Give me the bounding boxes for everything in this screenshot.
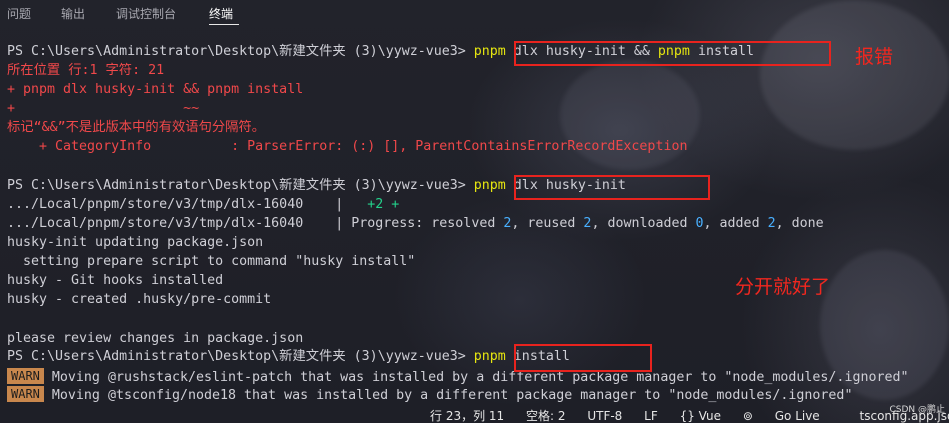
watermark: CSDN @鹏止 — [889, 405, 945, 415]
progress-label: , added — [703, 216, 768, 231]
tab-problems[interactable]: 问题 — [7, 5, 31, 22]
go-live-button[interactable]: ⊚ Go Live — [743, 409, 838, 423]
warn-badge: WARN — [7, 386, 44, 402]
tab-output[interactable]: 输出 — [61, 5, 85, 22]
terminal-line: setting prepare script to command "husky… — [7, 254, 416, 269]
prompt: PS C:\Users\Administrator\Desktop\新建文件夹 … — [7, 178, 474, 193]
go-live-label: Go Live — [774, 409, 820, 423]
cursor-position[interactable]: 行 23，列 11 — [430, 409, 504, 423]
warning-text: Moving @tsconfig/node18 that was install… — [51, 388, 853, 403]
annotation-box-dlx-command — [514, 175, 710, 200]
prompt: PS C:\Users\Administrator\Desktop\新建文件夹 … — [7, 349, 474, 364]
error-line: 所在位置 行:1 字符: 21 — [7, 63, 165, 78]
warning-text: Moving @rushstack/eslint-patch that was … — [51, 370, 909, 385]
terminal-line: please review changes in package.json — [7, 331, 304, 346]
annotation-error-note: 报错 — [855, 46, 894, 68]
terminal-panel: 问题 输出 调试控制台 终端 PS C:\Users\Administrator… — [0, 0, 949, 423]
error-line: + ~~ — [7, 101, 200, 116]
progress-label: , done — [775, 216, 824, 231]
dlx-path: .../Local/pnpm/store/v3/tmp/dlx-16040 | … — [7, 216, 504, 231]
tab-debug-console[interactable]: 调试控制台 — [116, 5, 176, 22]
command-name: pnpm — [473, 44, 506, 59]
error-line: + pnpm dlx husky-init && pnpm install — [7, 82, 304, 97]
progress-label: , reused — [511, 216, 584, 231]
status-bar: 行 23，列 11 空格: 2 UTF-8 LF {} Vue ⊚ Go Liv… — [430, 409, 949, 423]
terminal-line: husky - Git hooks installed — [7, 273, 224, 288]
prompt: PS C:\Users\Administrator\Desktop\新建文件夹 … — [7, 44, 474, 59]
error-line: 标记“&&”不是此版本中的有效语句分隔符。 — [7, 120, 266, 135]
warn-badge: WARN — [7, 368, 44, 384]
progress-label: , downloaded — [591, 216, 696, 231]
terminal-line: husky - created .husky/pre-commit — [7, 292, 272, 307]
active-tab-indicator — [209, 24, 239, 25]
indentation-setting[interactable]: 空格: 2 — [526, 409, 566, 423]
command-name: pnpm — [473, 178, 506, 193]
warning-line: WARN Moving @tsconfig/node18 that was ins… — [7, 386, 852, 404]
terminal-line: PS C:\Users\Administrator\Desktop\新建文件夹 … — [7, 348, 570, 366]
language-mode[interactable]: {} Vue — [680, 409, 721, 423]
panel-tabs: 问题 输出 调试控制台 终端 — [0, 0, 949, 28]
encoding-setting[interactable]: UTF-8 — [587, 409, 622, 423]
warning-line: WARN Moving @rushstack/eslint-patch that … — [7, 368, 908, 386]
annotation-box-install-command — [514, 344, 652, 372]
downloaded-count: 0 — [695, 216, 704, 231]
terminal-line: .../Local/pnpm/store/v3/tmp/dlx-16040 | … — [7, 215, 824, 233]
terminal-line: husky-init updating package.json — [7, 235, 264, 250]
tab-terminal[interactable]: 终端 — [209, 5, 233, 22]
broadcast-icon: ⊚ — [742, 409, 757, 423]
annotation-fix-note: 分开就好了 — [735, 276, 831, 298]
command-name: pnpm — [473, 349, 506, 364]
terminal-line: .../Local/pnpm/store/v3/tmp/dlx-16040 | … — [7, 196, 399, 214]
added-total: 2 — [767, 216, 776, 231]
error-line: + CategoryInfo : ParserError: (:) [], Pa… — [7, 139, 688, 154]
dlx-path: .../Local/pnpm/store/v3/tmp/dlx-16040 | — [7, 197, 368, 212]
annotation-box-error-command — [514, 41, 831, 66]
added-count: +2 + — [367, 197, 400, 212]
eol-setting[interactable]: LF — [644, 409, 658, 423]
